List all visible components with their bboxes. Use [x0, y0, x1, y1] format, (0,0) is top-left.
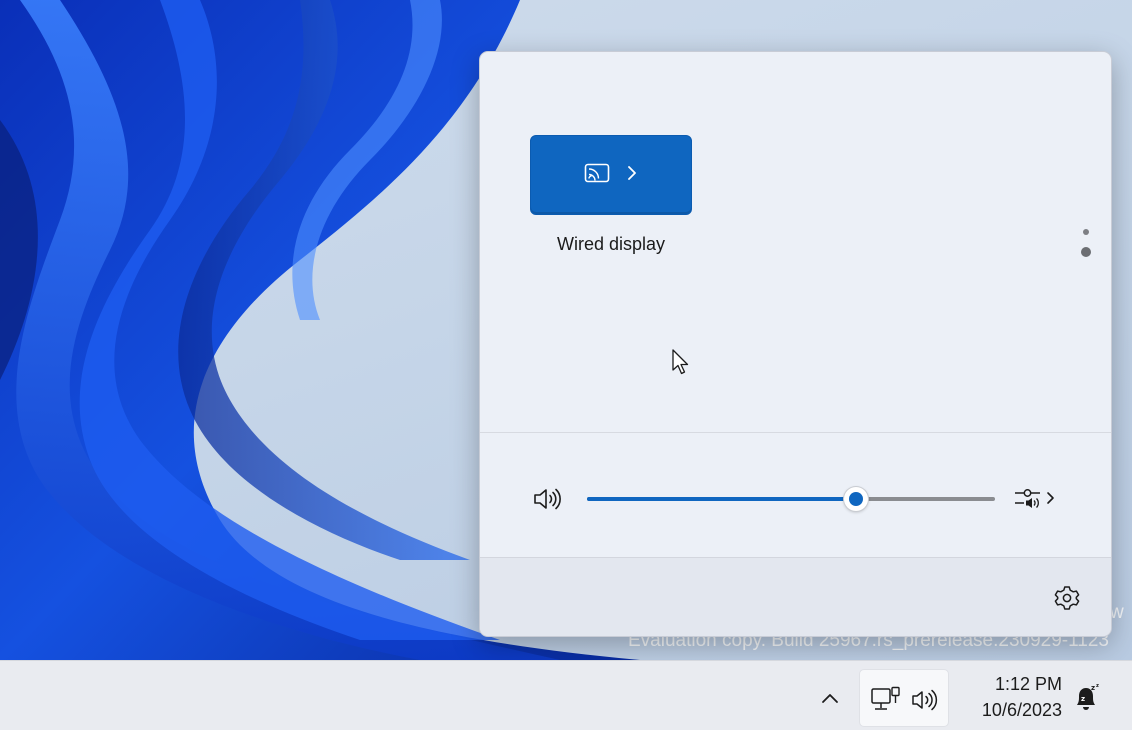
cast-tile-button[interactable]: [530, 135, 692, 215]
volume-slider-thumb-core: [849, 492, 864, 506]
settings-button[interactable]: [1050, 581, 1084, 615]
chevron-up-icon: [822, 694, 838, 703]
notification-bell-snooze-icon: z z z: [1077, 683, 1099, 710]
cast-tile-label: Wired display: [556, 234, 666, 254]
chevron-right-icon: [626, 165, 638, 185]
notification-center-button[interactable]: z z z: [1072, 683, 1102, 715]
quick-settings-tray-button[interactable]: [859, 669, 949, 727]
clock-time: 1:12 PM: [994, 674, 1062, 694]
divider: [480, 432, 1111, 433]
volume-slider-fill: [587, 497, 857, 501]
volume-icon: [910, 688, 940, 712]
clock-button[interactable]: 1:12 PM 10/6/2023: [958, 671, 1070, 725]
audio-output-icon: [1015, 489, 1054, 508]
cast-icon: [584, 163, 610, 187]
page-dot-1[interactable]: [1083, 229, 1089, 235]
show-hidden-icons-button[interactable]: [812, 681, 848, 717]
volume-row: [480, 472, 1111, 526]
watermark-text-partial: w: [1110, 602, 1124, 623]
volume-slider-thumb[interactable]: [844, 487, 869, 511]
taskbar: 1:12 PM 10/6/2023 z z z: [0, 660, 1132, 730]
clock-date: 10/6/2023: [981, 700, 1062, 720]
page-dot-2-active[interactable]: [1081, 247, 1091, 257]
page-indicator[interactable]: [1079, 226, 1093, 260]
network-wired-icon: [870, 686, 902, 714]
quick-settings-footer: [480, 557, 1111, 636]
svg-text:z: z: [1091, 684, 1095, 692]
svg-text:z: z: [1081, 695, 1085, 703]
audio-output-button[interactable]: [1010, 483, 1070, 515]
quick-settings-panel: Wired display: [479, 51, 1112, 637]
volume-slider[interactable]: [587, 487, 995, 511]
svg-text:z: z: [1096, 683, 1099, 689]
gear-icon: [1054, 586, 1080, 610]
speaker-icon[interactable]: [532, 486, 562, 512]
